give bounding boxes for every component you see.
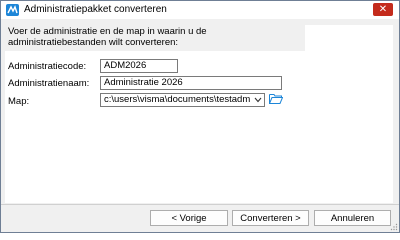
administration-name-input[interactable]: Administratie 2026: [100, 76, 282, 90]
app-logo-icon: [6, 4, 19, 16]
cancel-button[interactable]: Annuleren: [314, 210, 391, 226]
folder-value: c:\users\visma\documents\testadm: [104, 94, 251, 105]
close-icon: ✕: [378, 3, 388, 15]
intro-text: Voer de administratie en de map in waari…: [5, 25, 305, 51]
back-button[interactable]: < Vorige: [150, 210, 228, 226]
folder-combobox[interactable]: c:\users\visma\documents\testadm: [100, 93, 265, 107]
administration-code-label: Administratiecode:: [8, 61, 87, 72]
close-button[interactable]: ✕: [373, 3, 393, 16]
content-panel: Voer de administratie en de map in waari…: [5, 25, 393, 203]
administration-code-input[interactable]: ADM2026: [100, 59, 178, 73]
resize-grip-icon[interactable]: [390, 223, 398, 231]
window-title: Administratiepakket converteren: [24, 4, 167, 15]
button-bar: < Vorige Converteren > Annuleren: [1, 205, 399, 232]
dialog-window: Administratiepakket converteren ✕ Voer d…: [0, 0, 400, 233]
chevron-down-icon[interactable]: [254, 95, 262, 105]
convert-button[interactable]: Converteren >: [232, 210, 309, 226]
folder-open-icon[interactable]: [269, 93, 283, 104]
administration-name-label: Administratienaam:: [8, 78, 90, 89]
title-bar[interactable]: Administratiepakket converteren ✕: [1, 1, 399, 19]
folder-label: Map:: [8, 96, 30, 107]
